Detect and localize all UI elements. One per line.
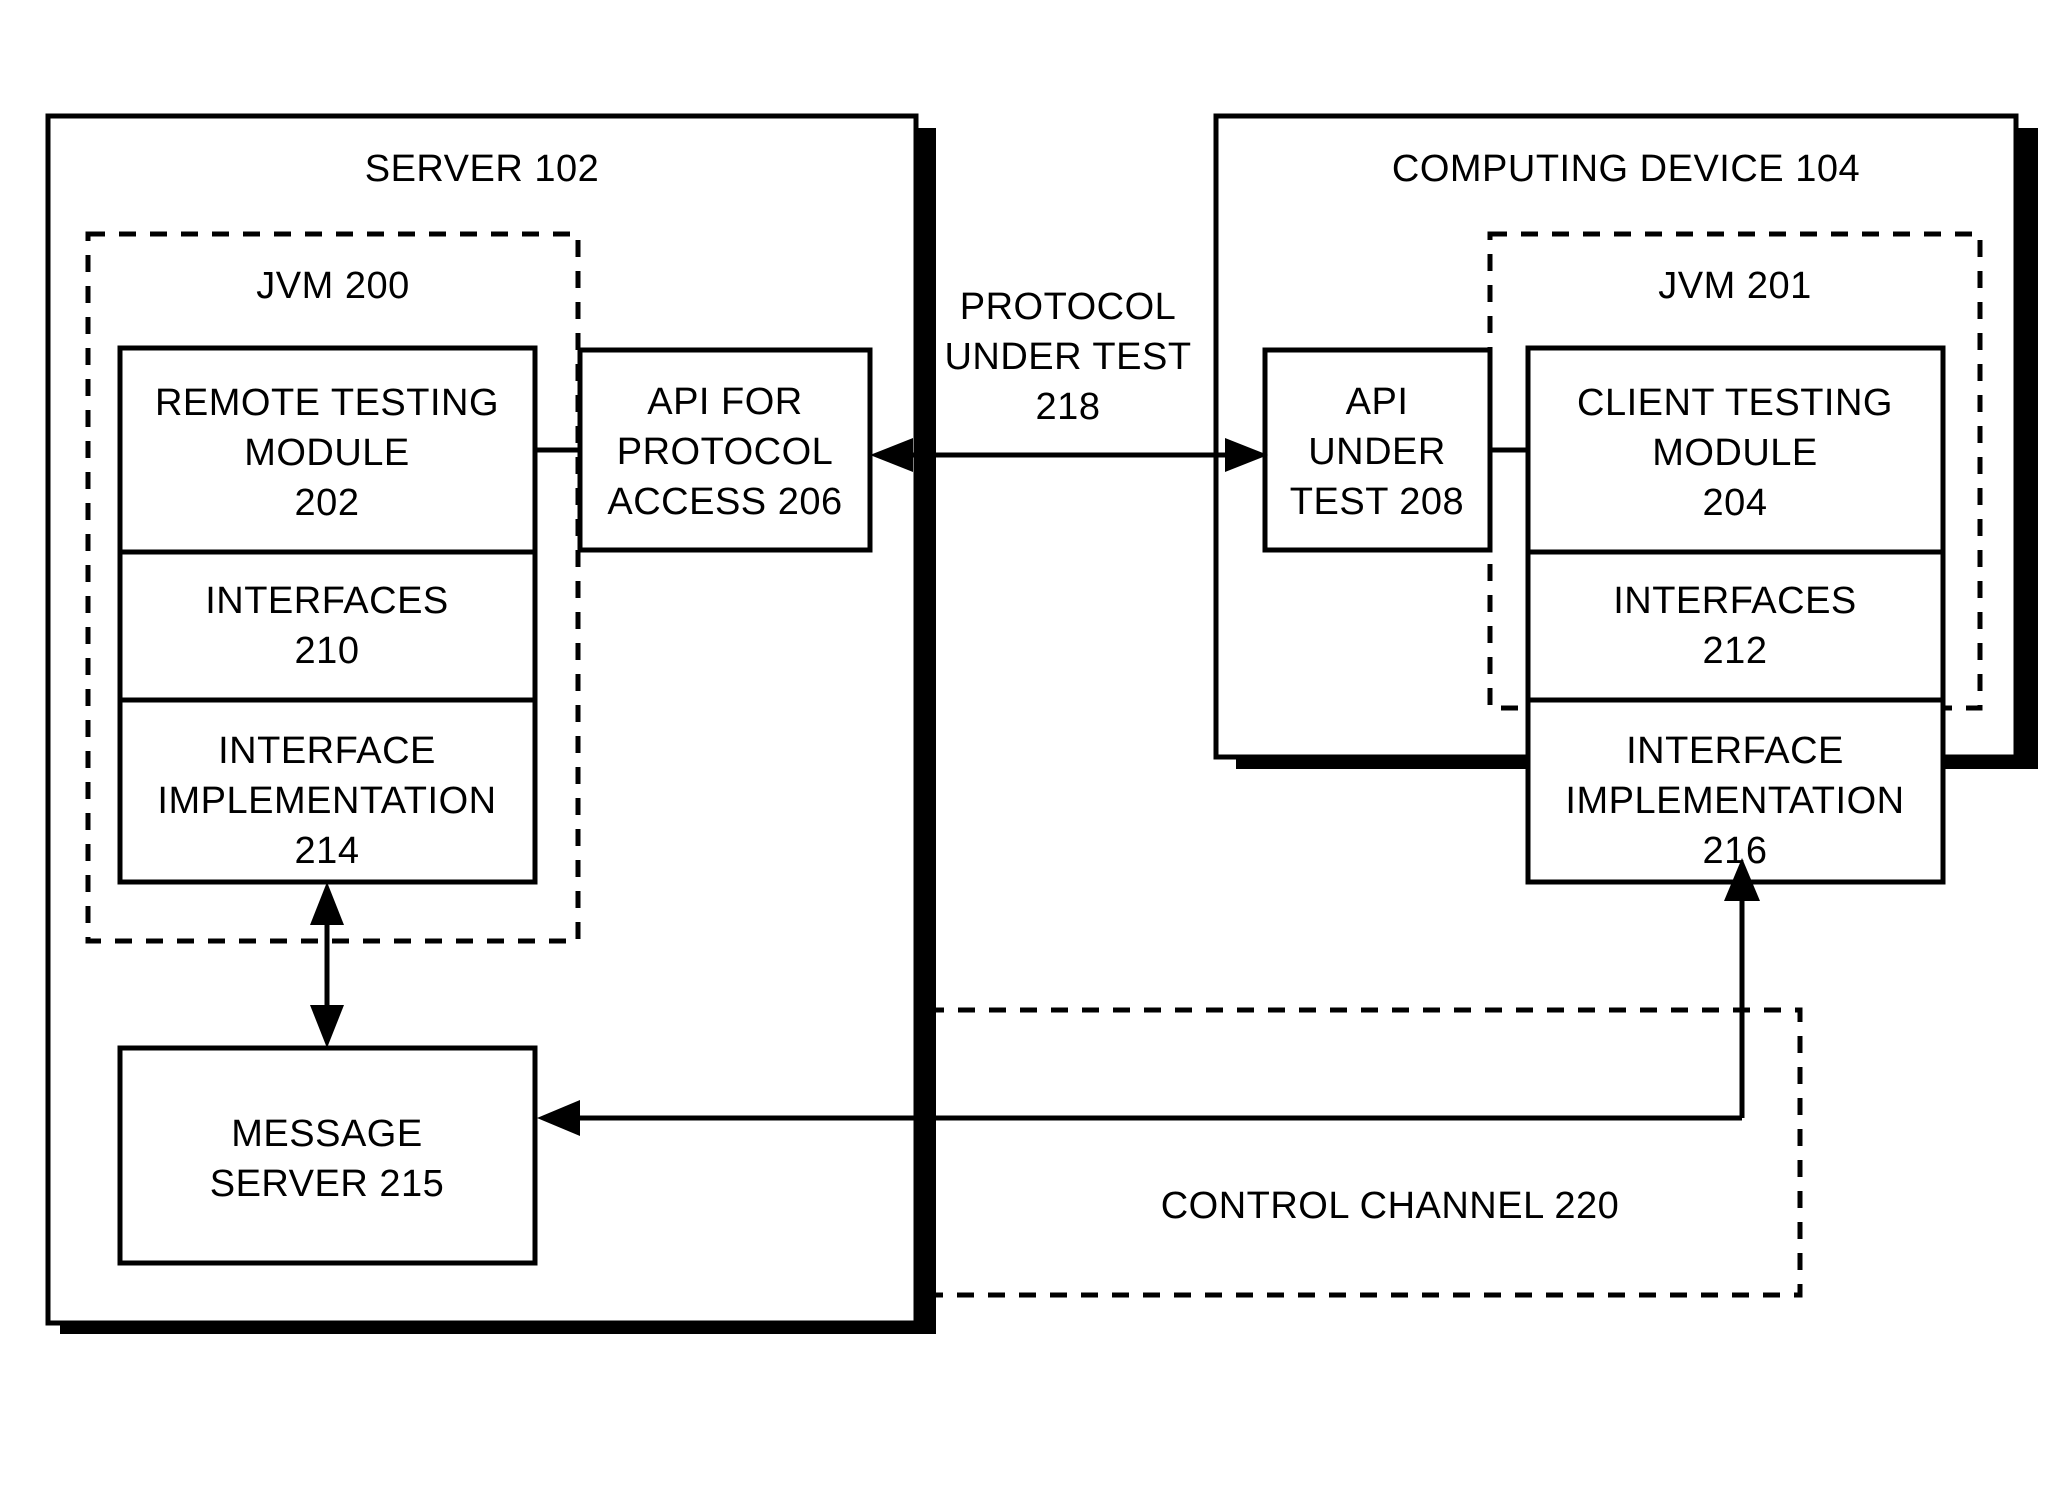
api-protocol-access-line1: API FOR (647, 381, 803, 423)
server-interface-impl-line2: IMPLEMENTATION (157, 780, 496, 822)
computing-device-title: COMPUTING DEVICE 104 (1392, 148, 1860, 190)
remote-testing-module-line1: REMOTE TESTING (155, 382, 499, 424)
message-server-line1: MESSAGE (231, 1113, 422, 1155)
api-protocol-access-line2: PROTOCOL (617, 431, 834, 473)
protocol-under-test-line2: UNDER TEST (944, 336, 1191, 378)
api-protocol-access-line3: ACCESS 206 (607, 481, 842, 523)
device-interface-impl-line3: 216 (1703, 830, 1768, 872)
device-interfaces-line2: 212 (1703, 630, 1768, 672)
message-server-line2: SERVER 215 (210, 1163, 445, 1205)
jvm-201-title: JVM 201 (1658, 265, 1811, 307)
jvm-200-title: JVM 200 (256, 265, 409, 307)
remote-testing-module-line2: MODULE (244, 432, 410, 474)
protocol-under-test-line3: 218 (1036, 386, 1101, 428)
device-interface-impl-line2: IMPLEMENTATION (1565, 780, 1904, 822)
remote-testing-module-line3: 202 (295, 482, 360, 524)
server-interfaces-line2: 210 (295, 630, 360, 672)
server-interface-impl-line1: INTERFACE (218, 730, 436, 772)
server-panel-title: SERVER 102 (365, 148, 600, 190)
client-testing-module-line2: MODULE (1652, 432, 1818, 474)
device-interface-impl-line1: INTERFACE (1626, 730, 1844, 772)
api-under-test-line3: TEST 208 (1290, 481, 1464, 523)
client-testing-module-line3: 204 (1703, 482, 1768, 524)
device-interfaces-line1: INTERFACES (1613, 580, 1857, 622)
api-under-test-line1: API (1346, 381, 1409, 423)
diagram-text-layer: SERVER 102 JVM 200 REMOTE TESTING MODULE… (155, 148, 1904, 1227)
protocol-under-test-line1: PROTOCOL (960, 286, 1177, 328)
server-interface-impl-line3: 214 (295, 830, 360, 872)
server-interfaces-line1: INTERFACES (205, 580, 449, 622)
client-testing-module-line1: CLIENT TESTING (1577, 382, 1893, 424)
patent-figure: SERVER 102 JVM 200 REMOTE TESTING MODULE… (0, 0, 2058, 1490)
api-under-test-line2: UNDER (1308, 431, 1446, 473)
control-channel-label: CONTROL CHANNEL 220 (1161, 1185, 1620, 1227)
